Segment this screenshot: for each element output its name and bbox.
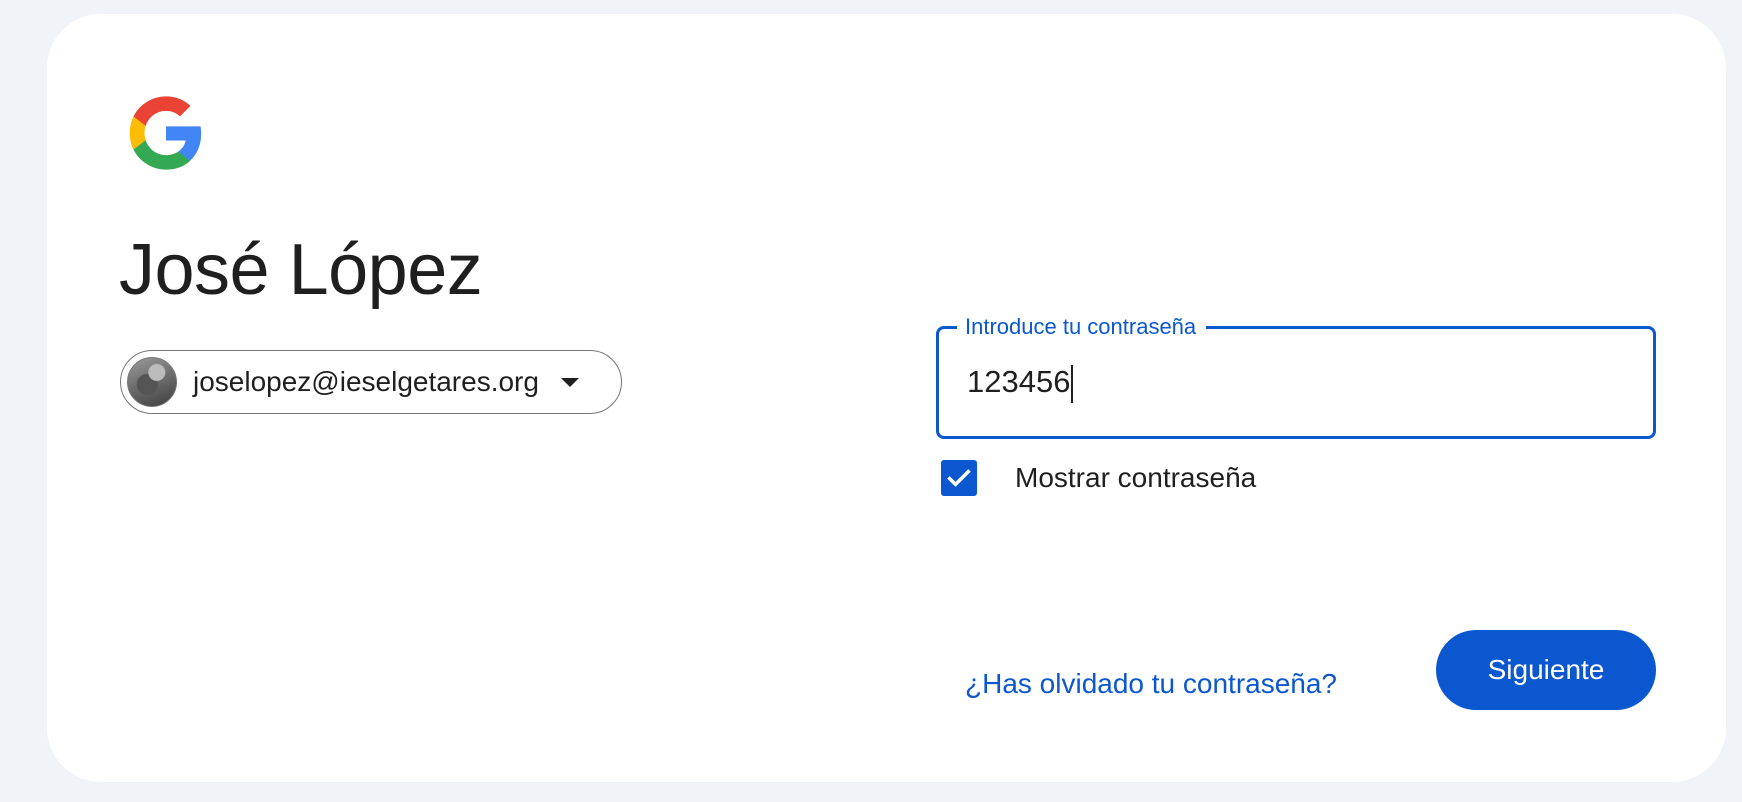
show-password-label[interactable]: Mostrar contraseña xyxy=(1015,462,1256,494)
avatar xyxy=(127,357,177,407)
password-field[interactable]: Introduce tu contraseña 123456 xyxy=(936,313,1656,439)
signin-card: José López joselopez@ieselgetares.org In… xyxy=(47,14,1726,782)
password-field-label: Introduce tu contraseña xyxy=(957,313,1207,341)
user-name-heading: José López xyxy=(119,230,483,310)
google-logo-icon xyxy=(126,93,206,173)
forgot-password-link[interactable]: ¿Has olvidado tu contraseña? xyxy=(965,668,1337,700)
checkmark-icon xyxy=(947,469,971,487)
account-chooser-chip[interactable]: joselopez@ieselgetares.org xyxy=(120,350,622,414)
account-email: joselopez@ieselgetares.org xyxy=(193,366,539,397)
caret-down-icon xyxy=(560,377,579,387)
next-button[interactable]: Siguiente xyxy=(1436,630,1656,710)
show-password-checkbox[interactable] xyxy=(941,460,977,496)
text-cursor xyxy=(1071,364,1074,403)
password-input-value: 123456 xyxy=(967,364,1071,399)
password-input[interactable]: 123456 xyxy=(967,359,1627,405)
